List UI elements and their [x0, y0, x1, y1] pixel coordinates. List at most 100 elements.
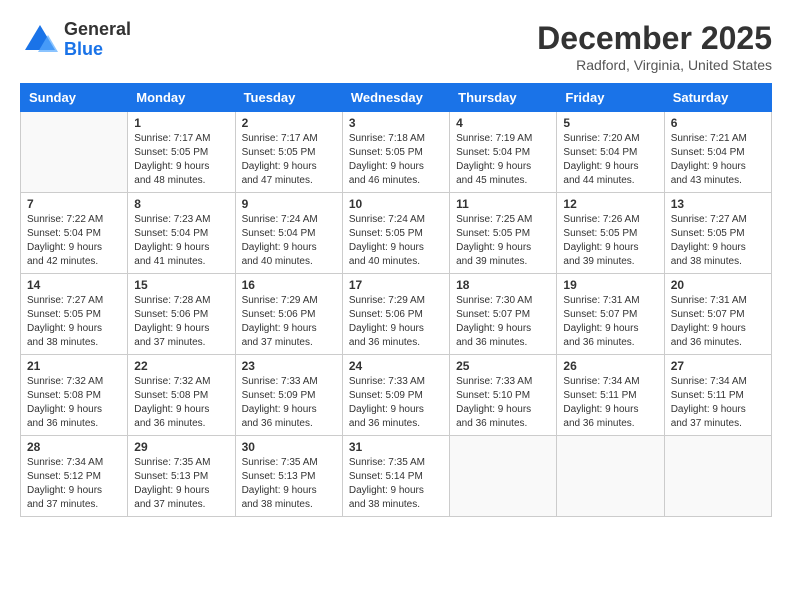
logo-blue-text: Blue [64, 40, 131, 60]
calendar-table: SundayMondayTuesdayWednesdayThursdayFrid… [20, 83, 772, 517]
day-number: 2 [242, 116, 336, 130]
day-number: 5 [563, 116, 657, 130]
calendar-cell: 11Sunrise: 7:25 AM Sunset: 5:05 PM Dayli… [450, 193, 557, 274]
day-info: Sunrise: 7:29 AM Sunset: 5:06 PM Dayligh… [349, 294, 443, 350]
calendar-cell: 12Sunrise: 7:26 AM Sunset: 5:05 PM Dayli… [557, 193, 664, 274]
calendar-week-4: 21 Sunrise: 7:32 AM Sunset: 5:08 PM Dayli… [21, 355, 772, 436]
calendar-header-row: SundayMondayTuesdayWednesdayThursdayFrid… [21, 84, 772, 112]
day-info: Sunrise: 7:18 AM Sunset: 5:05 PM Dayligh… [349, 132, 443, 188]
logo-general-text: General [64, 20, 131, 40]
day-info: Sunrise: 7:30 AM Sunset: 5:07 PM Dayligh… [456, 294, 550, 350]
calendar-cell: 6Sunrise: 7:21 AM Sunset: 5:04 PM Daylig… [664, 112, 771, 193]
day-number: 16 [242, 278, 336, 292]
day-number: 8 [134, 197, 228, 211]
calendar-cell: 1 Sunrise: 7:17 AM Sunset: 5:05 PM Daylig… [128, 112, 235, 193]
day-info: Sunrise: 7:27 AM Sunset: 5:05 PM Dayligh… [671, 213, 765, 269]
calendar-cell: 27 Sunrise: 7:34 AM Sunset: 5:11 PM Dayli… [664, 355, 771, 436]
day-info: Sunrise: 7:32 AM Sunset: 5:08 PM Dayligh… [134, 375, 228, 431]
calendar-cell: 2 Sunrise: 7:17 AM Sunset: 5:05 PM Daylig… [235, 112, 342, 193]
day-info: Sunrise: 7:31 AM Sunset: 5:07 PM Dayligh… [671, 294, 765, 350]
day-number: 27 [671, 359, 765, 373]
header-monday: Monday [128, 84, 235, 112]
day-number: 7 [27, 197, 121, 211]
calendar-cell: 15 Sunrise: 7:28 AM Sunset: 5:06 PM Dayli… [128, 274, 235, 355]
calendar-cell: 21 Sunrise: 7:32 AM Sunset: 5:08 PM Dayli… [21, 355, 128, 436]
calendar-cell: 18Sunrise: 7:30 AM Sunset: 5:07 PM Dayli… [450, 274, 557, 355]
day-number: 30 [242, 440, 336, 454]
day-number: 14 [27, 278, 121, 292]
day-number: 28 [27, 440, 121, 454]
day-number: 15 [134, 278, 228, 292]
day-info: Sunrise: 7:31 AM Sunset: 5:07 PM Dayligh… [563, 294, 657, 350]
calendar-cell: 29 Sunrise: 7:35 AM Sunset: 5:13 PM Dayli… [128, 436, 235, 517]
day-info: Sunrise: 7:19 AM Sunset: 5:04 PM Dayligh… [456, 132, 550, 188]
title-block: December 2025 Radford, Virginia, United … [537, 20, 772, 73]
page-header: General Blue December 2025 Radford, Virg… [20, 20, 772, 73]
day-number: 31 [349, 440, 443, 454]
day-number: 12 [563, 197, 657, 211]
day-number: 6 [671, 116, 765, 130]
calendar-cell: 7Sunrise: 7:22 AM Sunset: 5:04 PM Daylig… [21, 193, 128, 274]
calendar-cell: 23 Sunrise: 7:33 AM Sunset: 5:09 PM Dayli… [235, 355, 342, 436]
calendar-cell: 31 Sunrise: 7:35 AM Sunset: 5:14 PM Dayli… [342, 436, 449, 517]
day-number: 1 [134, 116, 228, 130]
day-info: Sunrise: 7:33 AM Sunset: 5:10 PM Dayligh… [456, 375, 550, 431]
day-info: Sunrise: 7:35 AM Sunset: 5:13 PM Dayligh… [242, 456, 336, 512]
day-number: 9 [242, 197, 336, 211]
calendar-cell: 25 Sunrise: 7:33 AM Sunset: 5:10 PM Dayli… [450, 355, 557, 436]
calendar-cell [557, 436, 664, 517]
day-info: Sunrise: 7:23 AM Sunset: 5:04 PM Dayligh… [134, 213, 228, 269]
calendar-cell [664, 436, 771, 517]
day-info: Sunrise: 7:25 AM Sunset: 5:05 PM Dayligh… [456, 213, 550, 269]
day-number: 23 [242, 359, 336, 373]
day-info: Sunrise: 7:20 AM Sunset: 5:04 PM Dayligh… [563, 132, 657, 188]
calendar-cell: 28 Sunrise: 7:34 AM Sunset: 5:12 PM Dayli… [21, 436, 128, 517]
calendar-cell: 19 Sunrise: 7:31 AM Sunset: 5:07 PM Dayli… [557, 274, 664, 355]
calendar-cell: 4 Sunrise: 7:19 AM Sunset: 5:04 PM Daylig… [450, 112, 557, 193]
day-number: 29 [134, 440, 228, 454]
day-number: 24 [349, 359, 443, 373]
day-info: Sunrise: 7:27 AM Sunset: 5:05 PM Dayligh… [27, 294, 121, 350]
logo-icon [20, 20, 60, 60]
calendar-cell: 14 Sunrise: 7:27 AM Sunset: 5:05 PM Dayli… [21, 274, 128, 355]
day-number: 22 [134, 359, 228, 373]
day-number: 10 [349, 197, 443, 211]
day-info: Sunrise: 7:34 AM Sunset: 5:11 PM Dayligh… [671, 375, 765, 431]
calendar-cell: 17 Sunrise: 7:29 AM Sunset: 5:06 PM Dayli… [342, 274, 449, 355]
calendar-cell: 9Sunrise: 7:24 AM Sunset: 5:04 PM Daylig… [235, 193, 342, 274]
header-thursday: Thursday [450, 84, 557, 112]
day-info: Sunrise: 7:35 AM Sunset: 5:13 PM Dayligh… [134, 456, 228, 512]
day-info: Sunrise: 7:17 AM Sunset: 5:05 PM Dayligh… [134, 132, 228, 188]
logo: General Blue [20, 20, 131, 60]
day-info: Sunrise: 7:34 AM Sunset: 5:12 PM Dayligh… [27, 456, 121, 512]
day-number: 25 [456, 359, 550, 373]
day-info: Sunrise: 7:17 AM Sunset: 5:05 PM Dayligh… [242, 132, 336, 188]
header-saturday: Saturday [664, 84, 771, 112]
day-info: Sunrise: 7:34 AM Sunset: 5:11 PM Dayligh… [563, 375, 657, 431]
header-sunday: Sunday [21, 84, 128, 112]
calendar-week-2: 7Sunrise: 7:22 AM Sunset: 5:04 PM Daylig… [21, 193, 772, 274]
calendar-cell: 26 Sunrise: 7:34 AM Sunset: 5:11 PM Dayli… [557, 355, 664, 436]
calendar-cell: 16 Sunrise: 7:29 AM Sunset: 5:06 PM Dayli… [235, 274, 342, 355]
day-info: Sunrise: 7:35 AM Sunset: 5:14 PM Dayligh… [349, 456, 443, 512]
calendar-cell: 13 Sunrise: 7:27 AM Sunset: 5:05 PM Dayli… [664, 193, 771, 274]
calendar-cell: 3Sunrise: 7:18 AM Sunset: 5:05 PM Daylig… [342, 112, 449, 193]
calendar-cell: 8 Sunrise: 7:23 AM Sunset: 5:04 PM Daylig… [128, 193, 235, 274]
day-info: Sunrise: 7:24 AM Sunset: 5:05 PM Dayligh… [349, 213, 443, 269]
month-title: December 2025 [537, 20, 772, 57]
day-number: 13 [671, 197, 765, 211]
day-info: Sunrise: 7:29 AM Sunset: 5:06 PM Dayligh… [242, 294, 336, 350]
day-info: Sunrise: 7:33 AM Sunset: 5:09 PM Dayligh… [242, 375, 336, 431]
day-info: Sunrise: 7:32 AM Sunset: 5:08 PM Dayligh… [27, 375, 121, 431]
day-info: Sunrise: 7:28 AM Sunset: 5:06 PM Dayligh… [134, 294, 228, 350]
calendar-week-1: 1 Sunrise: 7:17 AM Sunset: 5:05 PM Daylig… [21, 112, 772, 193]
day-number: 26 [563, 359, 657, 373]
day-number: 19 [563, 278, 657, 292]
day-number: 21 [27, 359, 121, 373]
calendar-week-3: 14 Sunrise: 7:27 AM Sunset: 5:05 PM Dayli… [21, 274, 772, 355]
day-number: 20 [671, 278, 765, 292]
day-number: 4 [456, 116, 550, 130]
location-text: Radford, Virginia, United States [537, 57, 772, 73]
day-number: 17 [349, 278, 443, 292]
calendar-cell: 5 Sunrise: 7:20 AM Sunset: 5:04 PM Daylig… [557, 112, 664, 193]
